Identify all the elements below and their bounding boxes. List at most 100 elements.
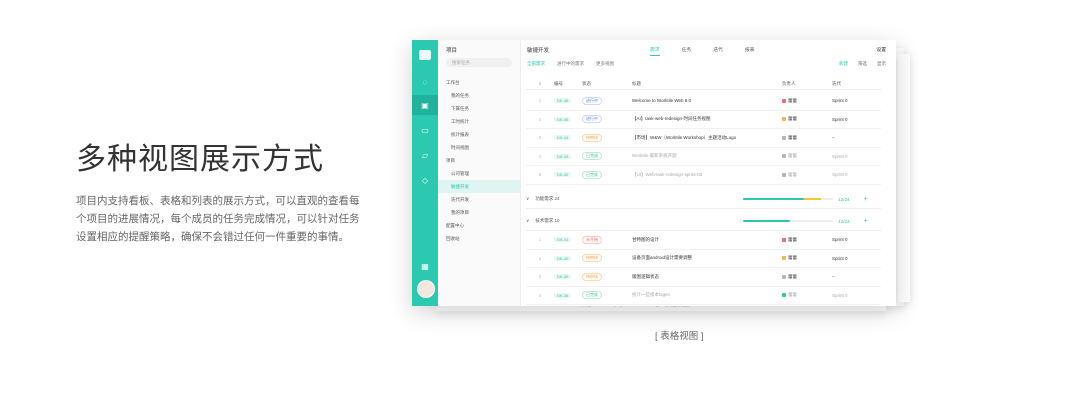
row-owner[interactable]: 蕾蕾 [788,135,797,140]
row-id-cell: DK-39 [554,274,582,280]
sidebar-title: 项目 [446,48,458,54]
app-logo-icon[interactable] [419,50,431,60]
sidebar-item[interactable]: 我的任务 [438,89,520,102]
group-row-tech[interactable]: ∨ 技术需求 10 12/24 + [526,212,881,231]
table-row[interactable]: 2 DK-45 进行中 【AI】task-web-redesign-时间任务视图 蕾蕾 S… [526,111,881,129]
search-input[interactable]: 搜索任务 [446,58,512,67]
sidebar-item[interactable]: 敏捷开发 [438,180,520,193]
row-sprint[interactable]: Sprint 0 [832,293,862,298]
table-row[interactable]: 1 DK-46 进行中 Welcome to Worktile Web 8.0 蕾蕾 Sp… [526,92,881,111]
status-badge[interactable]: 进行中 [582,115,602,124]
tab-2[interactable]: 迭代 [713,46,723,56]
project-icon[interactable]: ▣ [412,95,438,115]
filter-button[interactable]: 筛选 [858,61,867,67]
add-icon[interactable]: + [864,196,868,203]
calendar-icon[interactable]: ▭ [412,120,438,140]
table-row[interactable]: 4 DK-38 已完成 统计一些版本bigen 蕾蕾 Sprint 0 [526,287,881,305]
row-title[interactable]: 设备页面android设计需要调整 [632,255,782,261]
row-title[interactable]: 【市场】W&W（Worktile Workshop）主题活动Logo [632,135,782,141]
row-owner-cell: 蕾蕾 [782,98,832,104]
message-icon[interactable]: ◌ [412,72,438,92]
column-header-id[interactable]: 编号 [554,81,582,87]
owner-icon [782,154,786,159]
row-title[interactable]: 甘特图的设计 [632,237,782,243]
tab-3[interactable]: 报表 [745,46,755,56]
sidebar-item[interactable]: 回收站 [438,232,520,245]
status-badge[interactable]: 已完成 [582,170,602,179]
row-owner[interactable]: 蕾蕾 [788,274,797,279]
column-header-title[interactable]: 标题 [632,81,782,87]
sidebar-item[interactable]: 工时统计 [438,115,520,128]
group-row-feature[interactable]: ∨ 功能需求 24 12/24 + [526,190,881,209]
row-title[interactable]: Welcome to Worktile Web 8.0 [632,98,782,103]
add-icon[interactable]: + [864,218,868,225]
select-all-icon[interactable]: ○ [526,81,554,86]
row-sprint[interactable]: Sprint 0 [832,98,862,103]
sidebar-item[interactable]: 公司管理 [438,167,520,180]
new-button[interactable]: 新建 [839,61,848,67]
table-row[interactable]: 2 DK-40 待审核 设备页面android设计需要调整 蕾蕾 Sprint 0 [526,250,881,268]
row-sprint[interactable]: Sprint 0 [832,154,862,159]
sub-tab-0[interactable]: 全部需求 [527,61,545,67]
table-row[interactable]: 3 DK-39 待审核 版图逻辑状态 蕾蕾 -- [526,268,881,287]
sidebar-item[interactable]: 迭代开发 [438,193,520,206]
sidebar-item[interactable]: 配置中心 [438,219,520,232]
row-title[interactable]: 版图逻辑状态 [632,274,782,280]
sub-tab-1[interactable]: 进行中的需求 [557,61,584,67]
row-owner[interactable]: 蕾蕾 [788,237,797,242]
tab-0[interactable]: 需求 [650,46,660,56]
row-owner[interactable]: 蕾蕾 [788,292,797,297]
column-header-status[interactable]: 状态 [582,81,632,87]
avatar[interactable] [417,280,435,298]
row-sprint[interactable]: Sprint 0 [832,256,862,261]
table-row[interactable]: 4 DK-43 已完成 Worktile-最新系统开题 蕾蕾 Sprint 0 [526,148,881,166]
settings-button[interactable]: 设置 [876,46,886,53]
sidebar-item[interactable]: 统计报表 [438,128,520,141]
sidebar-item[interactable]: 我的项目 [438,206,520,219]
row-title[interactable]: 【AI】task-web-redesign-时间任务视图 [632,116,782,122]
row-title[interactable]: 统计一些版本bigen [632,292,782,298]
status-badge[interactable]: 已完成 [582,291,602,300]
sidebar-item[interactable]: 时间视图 [438,141,520,154]
tab-1[interactable]: 任务 [682,46,692,56]
progress-bar [743,220,834,222]
status-badge[interactable]: 待审核 [582,272,602,281]
row-title[interactable]: Worktile-最新系统开题 [632,153,782,159]
sidebar-item[interactable]: 下属任务 [438,102,520,115]
table-body-top: 1 DK-46 进行中 Welcome to Worktile Web 8.0 蕾蕾 Sp… [526,92,881,185]
status-badge[interactable]: 进行中 [582,96,602,105]
status-badge[interactable]: 待审核 [582,133,602,142]
sidebar-item[interactable]: 项目 [438,154,520,167]
table-row[interactable]: 1 DK-41 未开始 甘特图的设计 蕾蕾 Sprint 0 [526,231,881,250]
row-id-cell: DK-42 [554,172,582,178]
row-title[interactable]: 【UI】Web-task-redesign-sprint-03 [632,172,782,178]
view-button[interactable]: 显示 [877,61,886,67]
row-sprint[interactable]: -- [832,274,862,279]
row-index: 3 [538,274,542,280]
table-row[interactable]: 5 DK-42 已完成 【UI】Web-task-redesign-sprint-03… [526,166,881,185]
row-sprint[interactable]: Sprint 0 [832,172,862,177]
table-row[interactable]: 3 DK-44 待审核 【市场】W&W（Worktile Workshop）主题活动L… [526,129,881,148]
stacked-card-back-2 [898,54,910,302]
row-owner[interactable]: 蕾蕾 [788,255,797,260]
hero-description: 项目内支持看板、表格和列表的展示方式，可以直观的查看每个项目的进展情况，每个成员… [76,195,360,243]
row-owner[interactable]: 蕾蕾 [788,172,797,177]
row-sprint[interactable]: Sprint 0 [832,237,862,242]
folder-icon[interactable]: ▱ [412,145,438,165]
sidebar-item[interactable]: 工作台 [438,76,520,89]
row-sprint[interactable]: -- [832,135,862,140]
status-badge[interactable]: 待审核 [582,254,602,263]
row-owner-cell: 蕾蕾 [782,153,832,159]
grid-icon[interactable]: ▦ [412,256,438,276]
row-sprint[interactable]: Sprint 0 [832,117,862,122]
status-badge[interactable]: 未开始 [582,235,602,244]
row-owner[interactable]: 蕾蕾 [788,153,797,158]
status-badge[interactable]: 已完成 [582,152,602,161]
sub-tab-2[interactable]: 更多视图 [596,61,614,67]
column-header-sprint[interactable]: 迭代 [832,81,862,87]
owner-icon [782,98,786,103]
row-owner[interactable]: 蕾蕾 [788,98,797,103]
cube-icon[interactable]: ◇ [412,170,438,190]
column-header-owner[interactable]: 负责人 [782,81,832,87]
row-owner[interactable]: 蕾蕾 [788,116,797,121]
